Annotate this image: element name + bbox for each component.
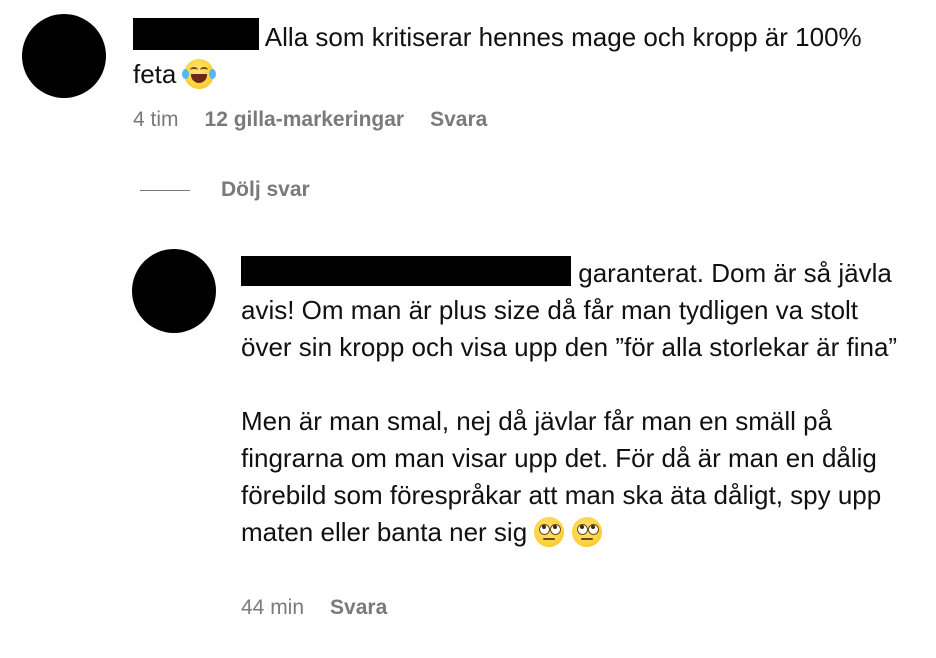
comment-reply-button[interactable]: Svara xyxy=(430,108,487,132)
reply-meta: 44 min Svara xyxy=(241,596,387,620)
face-with-rolling-eyes-icon xyxy=(534,517,565,547)
reply-time: 44 min xyxy=(241,596,305,619)
comment-avatar[interactable] xyxy=(22,14,106,98)
face-with-rolling-eyes-icon xyxy=(571,517,602,547)
comment-meta: 4 tim 12 gilla-markeringar Svara xyxy=(133,108,487,132)
hide-replies-button[interactable]: Dölj svar xyxy=(221,178,310,202)
face-with-tears-of-joy-icon xyxy=(181,59,216,89)
comment-time: 4 tim xyxy=(133,108,179,131)
redacted-username xyxy=(241,256,571,286)
reply-reply-button[interactable]: Svara xyxy=(330,596,387,620)
comment-body: Alla som kritiserar hennes mage och krop… xyxy=(133,18,893,93)
replies-divider xyxy=(140,190,190,191)
reply-avatar[interactable] xyxy=(132,249,216,333)
reply-body: garanterat. Dom är så jävla avis! Om man… xyxy=(241,255,901,551)
comment-likes-link[interactable]: 12 gilla-markeringar xyxy=(205,108,405,132)
redacted-username xyxy=(133,18,259,50)
